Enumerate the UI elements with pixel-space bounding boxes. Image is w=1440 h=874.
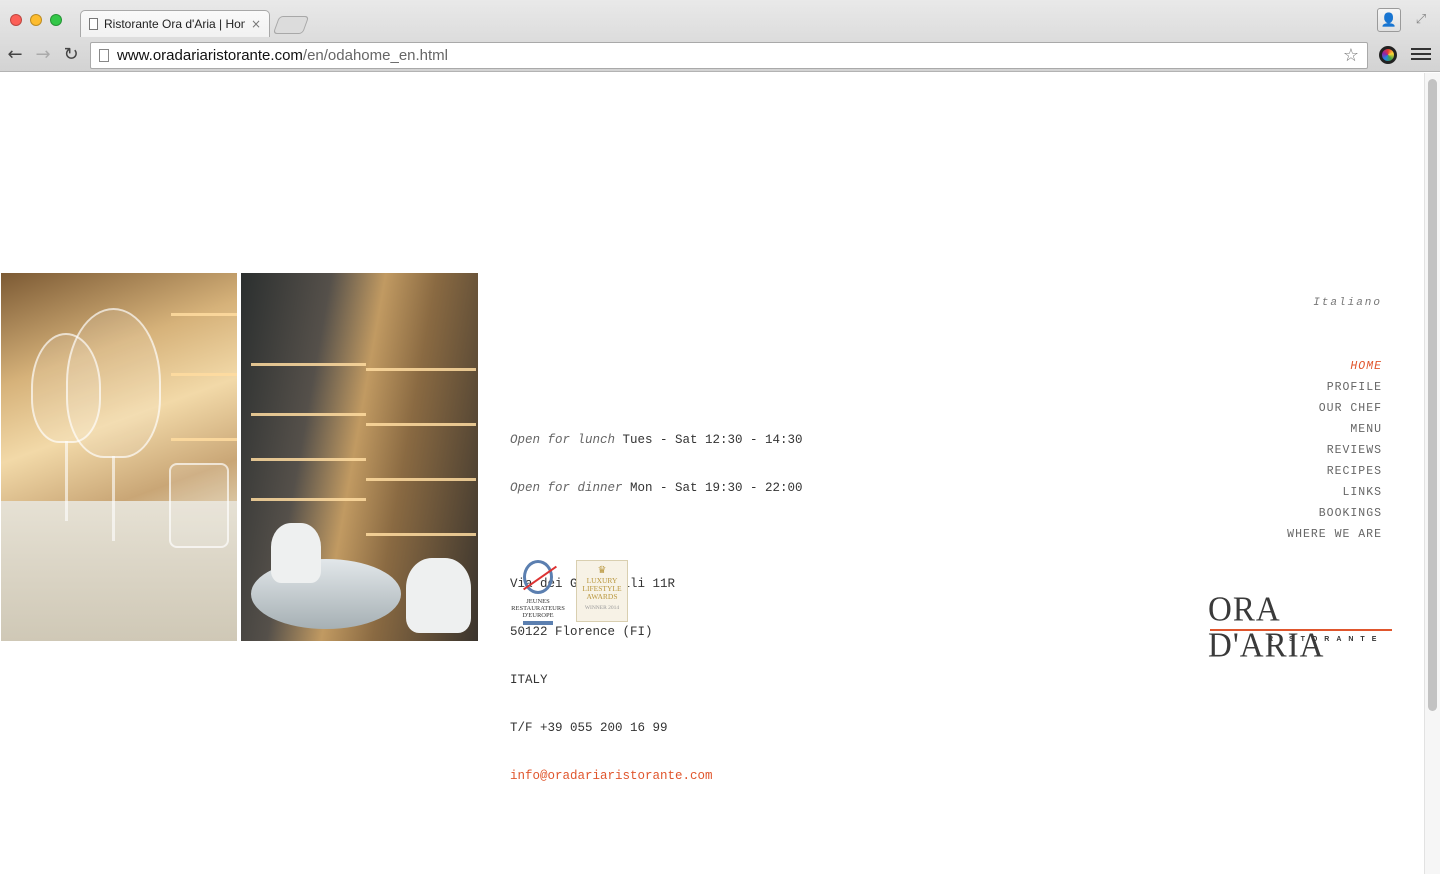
shelf-light	[366, 368, 476, 371]
shelf-light	[366, 533, 476, 536]
shelf-light	[171, 373, 237, 376]
url-host: www.oradariaristorante.com	[117, 47, 303, 64]
nav-item-our-chef[interactable]: OUR CHEF	[1200, 398, 1382, 419]
language-link-italiano[interactable]: Italiano	[1260, 297, 1382, 309]
lla-title: LUXURY LIFESTYLE AWARDS	[582, 576, 622, 601]
glass-stem	[112, 456, 115, 541]
dinner-label: Open for dinner	[510, 481, 623, 495]
chair-shape	[406, 558, 471, 633]
menu-icon[interactable]	[1411, 44, 1431, 64]
nav-item-links[interactable]: LINKS	[1200, 482, 1382, 503]
page-scrollbar[interactable]	[1424, 73, 1440, 874]
new-tab-button[interactable]	[272, 16, 310, 34]
browser-chrome: Ristorante Ora d'Aria | Home × 👤 ⤢ ← → ↻…	[0, 0, 1440, 72]
nav-item-menu[interactable]: MENU	[1200, 419, 1382, 440]
tumbler-shape	[169, 463, 229, 548]
shelf-light	[251, 458, 366, 461]
url-path: /en/odahome_en.html	[302, 47, 449, 64]
shelf-light	[366, 478, 476, 481]
jre-logo-icon	[523, 560, 553, 594]
page-icon	[89, 18, 98, 30]
page-icon	[99, 49, 109, 62]
close-window-button[interactable]	[10, 14, 22, 26]
ora-daria-logo[interactable]: ORA D'ARIA RISTORANTE	[1208, 592, 1392, 664]
maximize-window-button[interactable]	[50, 14, 62, 26]
shelf-light	[171, 438, 237, 441]
lunch-label: Open for lunch	[510, 433, 616, 447]
dinner-hours: Open for dinner Mon - Sat 19:30 - 22:00	[510, 480, 803, 496]
browser-toolbar: ← → ↻ www.oradariaristorante.com/en/odah…	[0, 38, 1440, 72]
chair-shape	[271, 523, 321, 583]
fullscreen-icon[interactable]: ⤢	[1411, 9, 1431, 29]
email-link[interactable]: info@oradariaristorante.com	[510, 768, 803, 784]
glass-stem	[65, 441, 68, 521]
window-controls	[10, 14, 62, 26]
shelf-light	[251, 498, 366, 501]
nav-item-recipes[interactable]: RECIPES	[1200, 461, 1382, 482]
nav-item-reviews[interactable]: REVIEWS	[1200, 440, 1382, 461]
lunch-time: Tues - Sat 12:30 - 14:30	[615, 433, 803, 447]
url-text[interactable]: www.oradariaristorante.com/en/odahome_en…	[117, 47, 448, 64]
lla-sub: WINNER 2014	[584, 605, 620, 611]
shelf-light	[171, 313, 237, 316]
logo-main-text: ORA D'ARIA	[1208, 591, 1325, 665]
phone-number: T/F +39 055 200 16 99	[510, 721, 668, 735]
profile-icon[interactable]: 👤	[1377, 8, 1401, 32]
star-icon[interactable]: ☆	[1343, 45, 1359, 66]
dinner-time: Mon - Sat 19:30 - 22:00	[622, 481, 803, 495]
award-badges: JEUNES RESTAURATEURS D'EUROPE ♛ LUXURY L…	[510, 560, 628, 628]
back-arrow-icon[interactable]: ←	[3, 42, 27, 66]
shelf-light	[251, 363, 366, 366]
photo-wine-glasses	[1, 273, 237, 641]
tab-title: Ristorante Ora d'Aria | Home	[104, 17, 245, 31]
nav-item-home[interactable]: HOME	[1200, 356, 1382, 377]
forward-arrow-icon[interactable]: →	[31, 42, 55, 66]
logo-sub-text: RISTORANTE	[1268, 636, 1384, 643]
address-bar[interactable]: www.oradariaristorante.com/en/odahome_en…	[90, 42, 1368, 69]
minimize-window-button[interactable]	[30, 14, 42, 26]
lunch-hours: Open for lunch Tues - Sat 12:30 - 14:30	[510, 432, 803, 448]
nav-item-bookings[interactable]: BOOKINGS	[1200, 503, 1382, 524]
shelf-light	[366, 423, 476, 426]
nav-item-where-we-are[interactable]: WHERE WE ARE	[1200, 524, 1382, 545]
tab-close-icon[interactable]: ×	[251, 17, 261, 31]
extension-icon[interactable]	[1379, 46, 1397, 64]
jre-badge[interactable]: JEUNES RESTAURATEURS D'EUROPE	[510, 560, 566, 628]
glass-shape	[66, 308, 161, 458]
reload-icon[interactable]: ↻	[59, 42, 83, 66]
luxury-lifestyle-badge[interactable]: ♛ LUXURY LIFESTYLE AWARDS WINNER 2014	[576, 560, 628, 622]
scrollbar-thumb[interactable]	[1428, 79, 1437, 711]
nav-item-profile[interactable]: PROFILE	[1200, 377, 1382, 398]
jre-bar	[523, 621, 553, 625]
jre-label: JEUNES RESTAURATEURS D'EUROPE	[511, 598, 565, 619]
main-navigation: HOME PROFILE OUR CHEF MENU REVIEWS RECIP…	[1200, 356, 1382, 545]
photo-wine-cellar	[241, 273, 478, 641]
address-country: ITALY	[510, 673, 548, 687]
shelf-light	[251, 413, 366, 416]
logo-underline	[1210, 629, 1392, 631]
browser-tab[interactable]: Ristorante Ora d'Aria | Home ×	[80, 10, 270, 37]
